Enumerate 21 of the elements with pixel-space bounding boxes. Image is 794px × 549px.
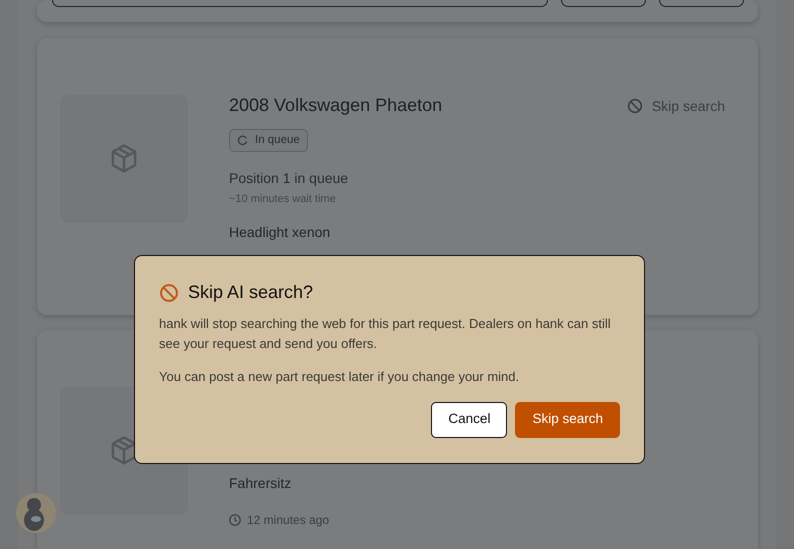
queue-position: Position 1 in queue	[229, 169, 350, 188]
prohibited-icon	[159, 282, 179, 303]
status-badge: In queue	[229, 129, 308, 152]
spinner-icon	[237, 135, 248, 146]
request-time: 12 minutes ago	[229, 511, 330, 529]
cancel-button[interactable]: Cancel	[431, 402, 508, 438]
skip-search-button[interactable]: Skip search	[515, 402, 620, 438]
filter-button[interactable]	[561, 0, 646, 7]
dialog-text: You can post a new part request later if you change your mind.	[159, 368, 520, 386]
part-name: Headlight xenon	[229, 222, 332, 242]
clock-icon	[229, 514, 241, 526]
request-title: 2008 Volkswagen Phaeton	[229, 95, 442, 117]
box-icon	[109, 143, 139, 175]
part-name: Fahrersitz	[229, 474, 292, 493]
dialog-text: hank will stop searching the web for this part request. Dealers on hank can still see your request and send you offers.	[159, 314, 612, 353]
input-field[interactable]	[52, 0, 548, 7]
dialog-title: Skip AI search?	[188, 282, 314, 304]
skip-search-button[interactable]: Skip search	[626, 95, 725, 117]
prohibited-icon	[626, 98, 643, 114]
filter-button[interactable]	[659, 0, 744, 7]
avatar[interactable]	[16, 493, 56, 533]
